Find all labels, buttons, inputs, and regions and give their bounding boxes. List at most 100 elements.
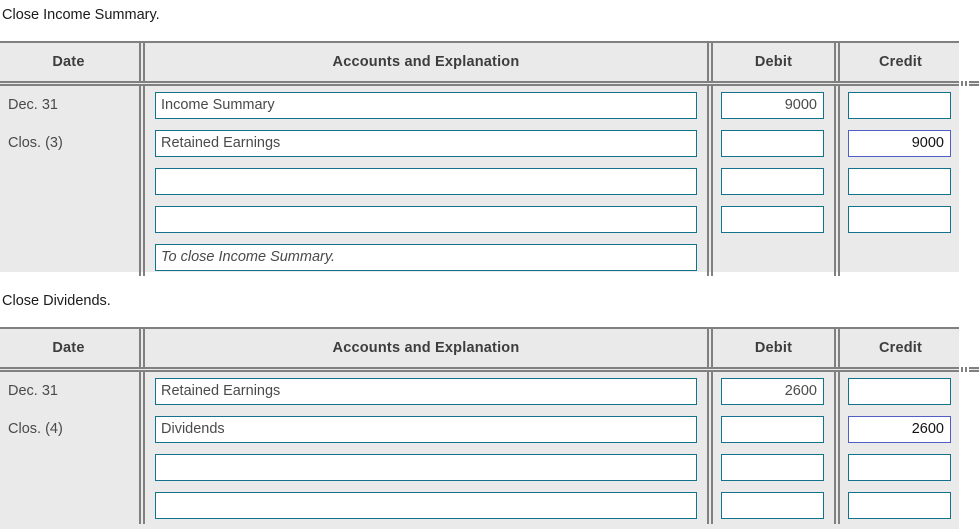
credit-input[interactable] — [848, 205, 951, 233]
date-cell-empty — [0, 486, 137, 524]
debit-input[interactable] — [721, 129, 824, 157]
debit-cell — [715, 162, 832, 200]
account-cell: Retained Earnings — [147, 124, 705, 162]
debit-cell: 2600 — [715, 372, 832, 410]
column-divider — [832, 372, 842, 410]
column-header-date: Date — [52, 340, 85, 356]
column-divider — [832, 200, 842, 238]
account-input[interactable]: Retained Earnings — [155, 129, 697, 157]
column-divider — [705, 329, 715, 367]
debit-cell — [715, 200, 832, 238]
debit-cell: 9000 — [715, 86, 832, 124]
column-divider — [137, 410, 147, 448]
column-header-debit: Debit — [754, 54, 793, 70]
account-cell: Dividends — [147, 410, 705, 448]
column-divider — [705, 448, 715, 486]
credit-input[interactable] — [848, 453, 951, 481]
credit-cell: 2600 — [842, 410, 959, 448]
table-row-memo: To close Income Summary. — [0, 238, 959, 276]
account-input[interactable] — [155, 453, 697, 481]
table-row: Dec. 31 Retained Earnings 2600 — [0, 372, 959, 410]
column-divider — [832, 329, 842, 367]
column-divider — [705, 238, 715, 276]
section-title-close-income-summary: Close Income Summary. — [2, 7, 160, 23]
account-input[interactable]: Income Summary — [155, 91, 697, 119]
column-divider — [137, 86, 147, 124]
column-header-credit: Credit — [878, 54, 923, 70]
table-header-row: Date Accounts and Explanation Debit Cred… — [0, 43, 959, 81]
credit-cell — [842, 372, 959, 410]
account-cell: Retained Earnings — [147, 372, 705, 410]
table-row: Dec. 31 Income Summary 9000 — [0, 86, 959, 124]
column-divider — [705, 162, 715, 200]
debit-input[interactable] — [721, 167, 824, 195]
account-input[interactable] — [155, 205, 697, 233]
column-divider — [137, 43, 147, 81]
account-input[interactable] — [155, 167, 697, 195]
column-header-debit: Debit — [754, 340, 793, 356]
date-line-1: Dec. 31 — [8, 383, 58, 399]
column-divider — [832, 86, 842, 124]
column-divider — [705, 410, 715, 448]
date-line-2: Clos. (3) — [8, 135, 63, 151]
credit-cell-empty — [842, 238, 959, 276]
column-divider — [137, 124, 147, 162]
table-row — [0, 486, 959, 524]
credit-input[interactable] — [848, 491, 951, 519]
memo-input[interactable]: To close Income Summary. — [155, 243, 697, 271]
credit-cell — [842, 200, 959, 238]
column-header-accounts: Accounts and Explanation — [332, 340, 520, 356]
column-divider — [137, 372, 147, 410]
credit-cell: 9000 — [842, 124, 959, 162]
column-divider — [832, 124, 842, 162]
column-divider — [705, 486, 715, 524]
column-divider — [705, 372, 715, 410]
table-row — [0, 162, 959, 200]
credit-input[interactable] — [848, 167, 951, 195]
debit-input[interactable] — [721, 415, 824, 443]
column-divider — [832, 486, 842, 524]
column-divider — [832, 162, 842, 200]
column-header-accounts: Accounts and Explanation — [332, 54, 520, 70]
account-cell: Income Summary — [147, 86, 705, 124]
table-row: Clos. (3) Retained Earnings 9000 — [0, 124, 959, 162]
debit-input[interactable]: 9000 — [721, 91, 824, 119]
column-divider — [137, 238, 147, 276]
column-header-date: Date — [52, 54, 85, 70]
account-cell — [147, 448, 705, 486]
column-divider — [959, 367, 969, 372]
account-cell — [147, 486, 705, 524]
debit-cell — [715, 410, 832, 448]
journal-table-close-income-summary: Date Accounts and Explanation Debit Cred… — [0, 41, 979, 276]
section-title-close-dividends: Close Dividends. — [2, 293, 111, 309]
debit-input[interactable]: 2600 — [721, 377, 824, 405]
debit-cell-empty — [715, 238, 832, 276]
column-divider — [137, 329, 147, 367]
account-input[interactable]: Dividends — [155, 415, 697, 443]
column-divider — [705, 86, 715, 124]
credit-cell — [842, 86, 959, 124]
debit-input[interactable] — [721, 453, 824, 481]
credit-cell — [842, 448, 959, 486]
journal-entry-page: Close Income Summary. Date Accounts and … — [0, 0, 979, 529]
credit-cell — [842, 162, 959, 200]
rule-segment — [969, 367, 979, 372]
column-divider — [137, 448, 147, 486]
credit-input[interactable]: 9000 — [848, 129, 951, 157]
column-divider — [959, 81, 969, 86]
account-cell — [147, 200, 705, 238]
table-header-row: Date Accounts and Explanation Debit Cred… — [0, 329, 959, 367]
credit-input[interactable] — [848, 377, 951, 405]
column-divider — [705, 43, 715, 81]
column-divider — [832, 43, 842, 81]
journal-table-close-dividends: Date Accounts and Explanation Debit Cred… — [0, 327, 979, 529]
debit-input[interactable] — [721, 491, 824, 519]
table-row — [0, 448, 959, 486]
debit-input[interactable] — [721, 205, 824, 233]
account-input[interactable] — [155, 491, 697, 519]
account-input[interactable]: Retained Earnings — [155, 377, 697, 405]
table-row — [0, 200, 959, 238]
date-cell-empty — [0, 162, 137, 200]
credit-input[interactable] — [848, 91, 951, 119]
credit-input[interactable]: 2600 — [848, 415, 951, 443]
